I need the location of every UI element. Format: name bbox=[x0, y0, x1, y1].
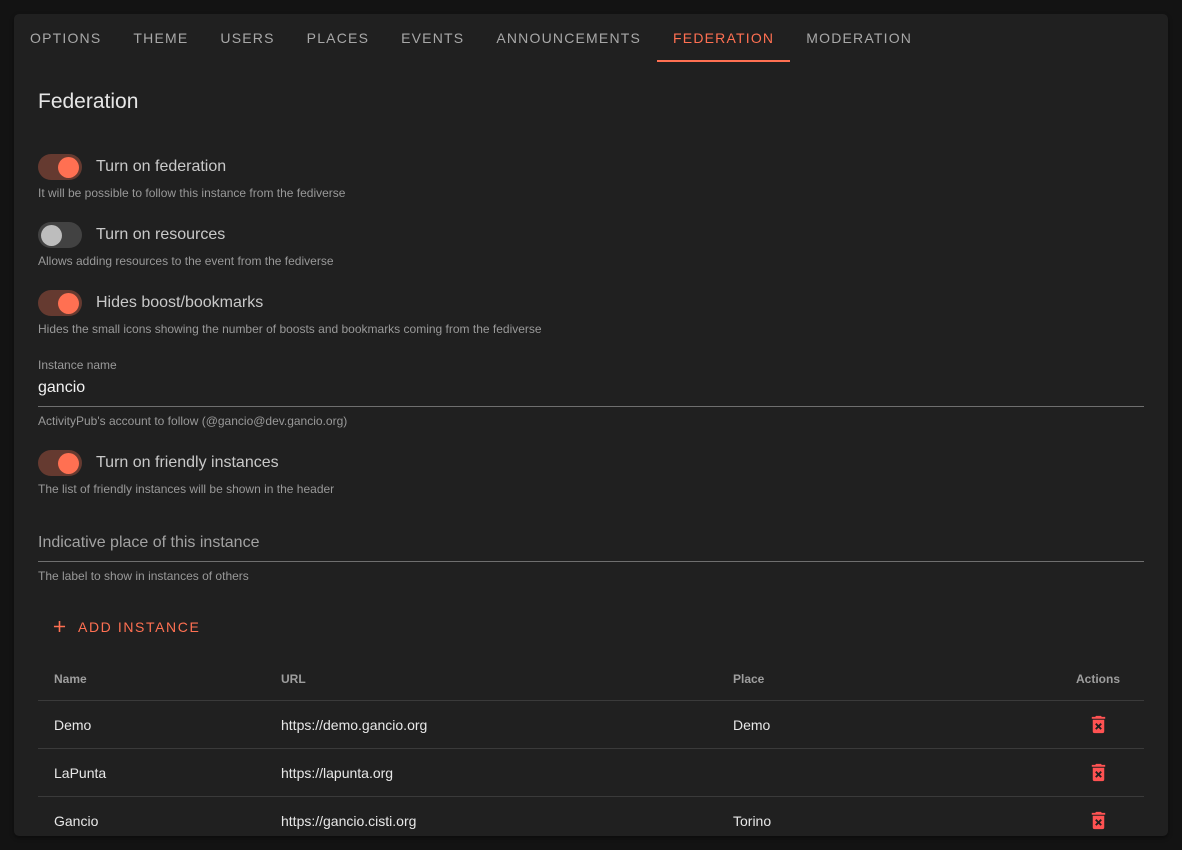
field-hint: The label to show in instances of others bbox=[38, 569, 1144, 583]
toggle-hint: It will be possible to follow this insta… bbox=[38, 186, 1144, 200]
add-instance-button[interactable]: ADD INSTANCE bbox=[42, 609, 212, 644]
friendly-instances-setting: Turn on friendly instances The list of f… bbox=[38, 450, 1144, 496]
toggle-label[interactable]: Turn on resources bbox=[96, 226, 225, 244]
friendly-instances-table: Name URL Place Actions Demo https://demo… bbox=[38, 662, 1144, 836]
toggle-thumb bbox=[58, 293, 79, 314]
trash-icon bbox=[1087, 724, 1110, 739]
trash-icon bbox=[1087, 820, 1110, 835]
toggle-label[interactable]: Turn on friendly instances bbox=[96, 454, 279, 472]
instance-url-cell: https://lapunta.org bbox=[265, 749, 717, 797]
instance-url-cell: https://gancio.cisti.org bbox=[265, 797, 717, 837]
instance-name-field: Instance name ActivityPub's account to f… bbox=[38, 358, 1144, 428]
toggle-label[interactable]: Hides boost/bookmarks bbox=[96, 294, 263, 312]
admin-settings-card: OPTIONS THEME USERS PLACES EVENTS ANNOUN… bbox=[14, 14, 1168, 836]
trash-icon bbox=[1087, 772, 1110, 787]
toggle-thumb bbox=[58, 453, 79, 474]
column-header-url: URL bbox=[265, 662, 717, 701]
tab-theme[interactable]: THEME bbox=[117, 14, 204, 62]
tab-moderation[interactable]: MODERATION bbox=[790, 14, 928, 62]
column-header-place: Place bbox=[717, 662, 1052, 701]
turn-on-resources-toggle[interactable] bbox=[38, 222, 82, 248]
tab-users[interactable]: USERS bbox=[204, 14, 290, 62]
field-label: Instance name bbox=[38, 358, 1144, 372]
tab-federation[interactable]: FEDERATION bbox=[657, 14, 790, 62]
table-row: Demo https://demo.gancio.org Demo bbox=[38, 701, 1144, 749]
instance-name-cell: Gancio bbox=[38, 797, 265, 837]
delete-instance-button[interactable] bbox=[1085, 807, 1112, 834]
toggle-hint: The list of friendly instances will be s… bbox=[38, 482, 1144, 496]
instance-name-input[interactable] bbox=[38, 377, 1144, 407]
federation-settings-panel: Federation Turn on federation It will be… bbox=[14, 62, 1168, 836]
instance-place-cell bbox=[717, 749, 1052, 797]
instance-place-cell: Torino bbox=[717, 797, 1052, 837]
column-header-name: Name bbox=[38, 662, 265, 701]
table-row: Gancio https://gancio.cisti.org Torino bbox=[38, 797, 1144, 837]
instance-place-input[interactable] bbox=[38, 532, 1144, 562]
page-title: Federation bbox=[38, 90, 1144, 114]
column-header-actions: Actions bbox=[1052, 662, 1144, 701]
plus-icon bbox=[50, 617, 69, 636]
toggle-hint: Allows adding resources to the event fro… bbox=[38, 254, 1144, 268]
tab-places[interactable]: PLACES bbox=[291, 14, 385, 62]
resources-setting: Turn on resources Allows adding resource… bbox=[38, 222, 1144, 268]
toggle-hint: Hides the small icons showing the number… bbox=[38, 322, 1144, 336]
turn-on-federation-toggle[interactable] bbox=[38, 154, 82, 180]
admin-tab-bar: OPTIONS THEME USERS PLACES EVENTS ANNOUN… bbox=[14, 14, 1168, 62]
add-instance-label: ADD INSTANCE bbox=[78, 619, 200, 635]
instance-url-cell: https://demo.gancio.org bbox=[265, 701, 717, 749]
tab-events[interactable]: EVENTS bbox=[385, 14, 480, 62]
instance-name-cell: Demo bbox=[38, 701, 265, 749]
turn-on-friendly-instances-toggle[interactable] bbox=[38, 450, 82, 476]
table-row: LaPunta https://lapunta.org bbox=[38, 749, 1144, 797]
delete-instance-button[interactable] bbox=[1085, 759, 1112, 786]
tab-options[interactable]: OPTIONS bbox=[14, 14, 117, 62]
table-header-row: Name URL Place Actions bbox=[38, 662, 1144, 701]
field-hint: ActivityPub's account to follow (@gancio… bbox=[38, 414, 1144, 428]
toggle-thumb bbox=[58, 157, 79, 178]
toggle-thumb bbox=[41, 225, 62, 246]
delete-instance-button[interactable] bbox=[1085, 711, 1112, 738]
instance-place-field: The label to show in instances of others bbox=[38, 532, 1144, 583]
tab-announcements[interactable]: ANNOUNCEMENTS bbox=[480, 14, 657, 62]
hide-boost-setting: Hides boost/bookmarks Hides the small ic… bbox=[38, 290, 1144, 336]
instance-name-cell: LaPunta bbox=[38, 749, 265, 797]
hide-boost-bookmarks-toggle[interactable] bbox=[38, 290, 82, 316]
federation-setting: Turn on federation It will be possible t… bbox=[38, 154, 1144, 200]
instance-place-cell: Demo bbox=[717, 701, 1052, 749]
toggle-label[interactable]: Turn on federation bbox=[96, 158, 226, 176]
